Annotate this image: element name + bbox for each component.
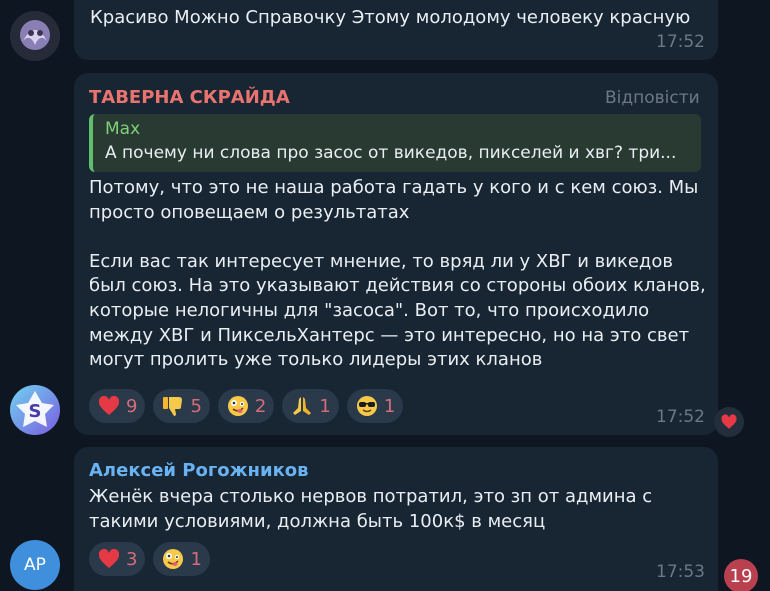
avatar-user-initials[interactable]: АР: [10, 540, 60, 590]
reaction-count: 1: [383, 395, 396, 417]
message-bubble-2[interactable]: ТАВЕРНА СКРАЙДА Відповісти Max А почему …: [74, 73, 718, 435]
reaction-zany-face[interactable]: 1: [153, 542, 210, 576]
sender-name[interactable]: Алексей Рогожников: [89, 460, 309, 481]
quote-text: А почему ни слова про засос от викедов, …: [105, 143, 677, 163]
reaction-heart[interactable]: 3: [89, 542, 146, 576]
zany-face-icon: [227, 396, 248, 416]
quoted-message[interactable]: Max А почему ни слова про засос от викед…: [89, 114, 701, 172]
reaction-count: 9: [126, 395, 138, 417]
reaction-folded-hands[interactable]: 1: [282, 389, 339, 423]
message-text: Потому, что это не наша работа гадать у …: [89, 177, 706, 371]
reaction-count: 3: [126, 548, 138, 570]
reactions-bar: 3 1: [89, 542, 210, 576]
red-heart-icon: [98, 548, 120, 568]
message-bubble-1[interactable]: Красиво Можно Справочку Этому молодому ч…: [74, 0, 718, 60]
channel-logo-icon: S: [10, 385, 60, 435]
reactions-bar: 9 5 2 1 1: [89, 389, 404, 423]
thumbs-down-icon: [163, 397, 183, 416]
reaction-count: 5: [190, 395, 202, 417]
avatar-channel[interactable]: S: [10, 385, 60, 435]
zany-face-icon: [163, 549, 184, 569]
reaction-heart[interactable]: 9: [89, 389, 146, 423]
reaction-thumbs-down[interactable]: 5: [153, 389, 210, 423]
reply-button[interactable]: Відповісти: [605, 88, 700, 108]
reaction-count: 1: [190, 548, 202, 570]
avatar-user-1[interactable]: [10, 11, 60, 61]
message-time: 17:53: [656, 562, 705, 582]
message-text: Женёк вчера столько нервов потратил, это…: [89, 486, 653, 532]
folded-hands-icon: [293, 397, 312, 415]
sender-name[interactable]: ТАВЕРНА СКРАЙДА: [89, 87, 290, 108]
red-heart-icon: [721, 414, 737, 429]
message-bubble-3[interactable]: Алексей Рогожников Женёк вчера столько н…: [74, 447, 718, 591]
reaction-count: 2: [254, 395, 267, 417]
message-text: Красиво Можно Справочку Этому молодому ч…: [90, 7, 691, 28]
reaction-count: 1: [319, 395, 331, 417]
avatar-image: [10, 11, 60, 61]
message-time: 17:52: [656, 407, 705, 427]
unread-count-badge[interactable]: 19: [724, 559, 758, 591]
avatar-initials: АР: [24, 555, 46, 575]
reaction-zany-face[interactable]: 2: [217, 389, 275, 423]
svg-text:S: S: [29, 401, 42, 422]
quote-author: Max: [105, 119, 141, 139]
reaction-sunglasses[interactable]: 1: [346, 389, 404, 423]
message-time: 17:52: [656, 32, 705, 52]
red-heart-icon: [98, 395, 120, 415]
sunglasses-face-icon: [356, 396, 377, 416]
side-reaction-heart[interactable]: [714, 407, 744, 437]
